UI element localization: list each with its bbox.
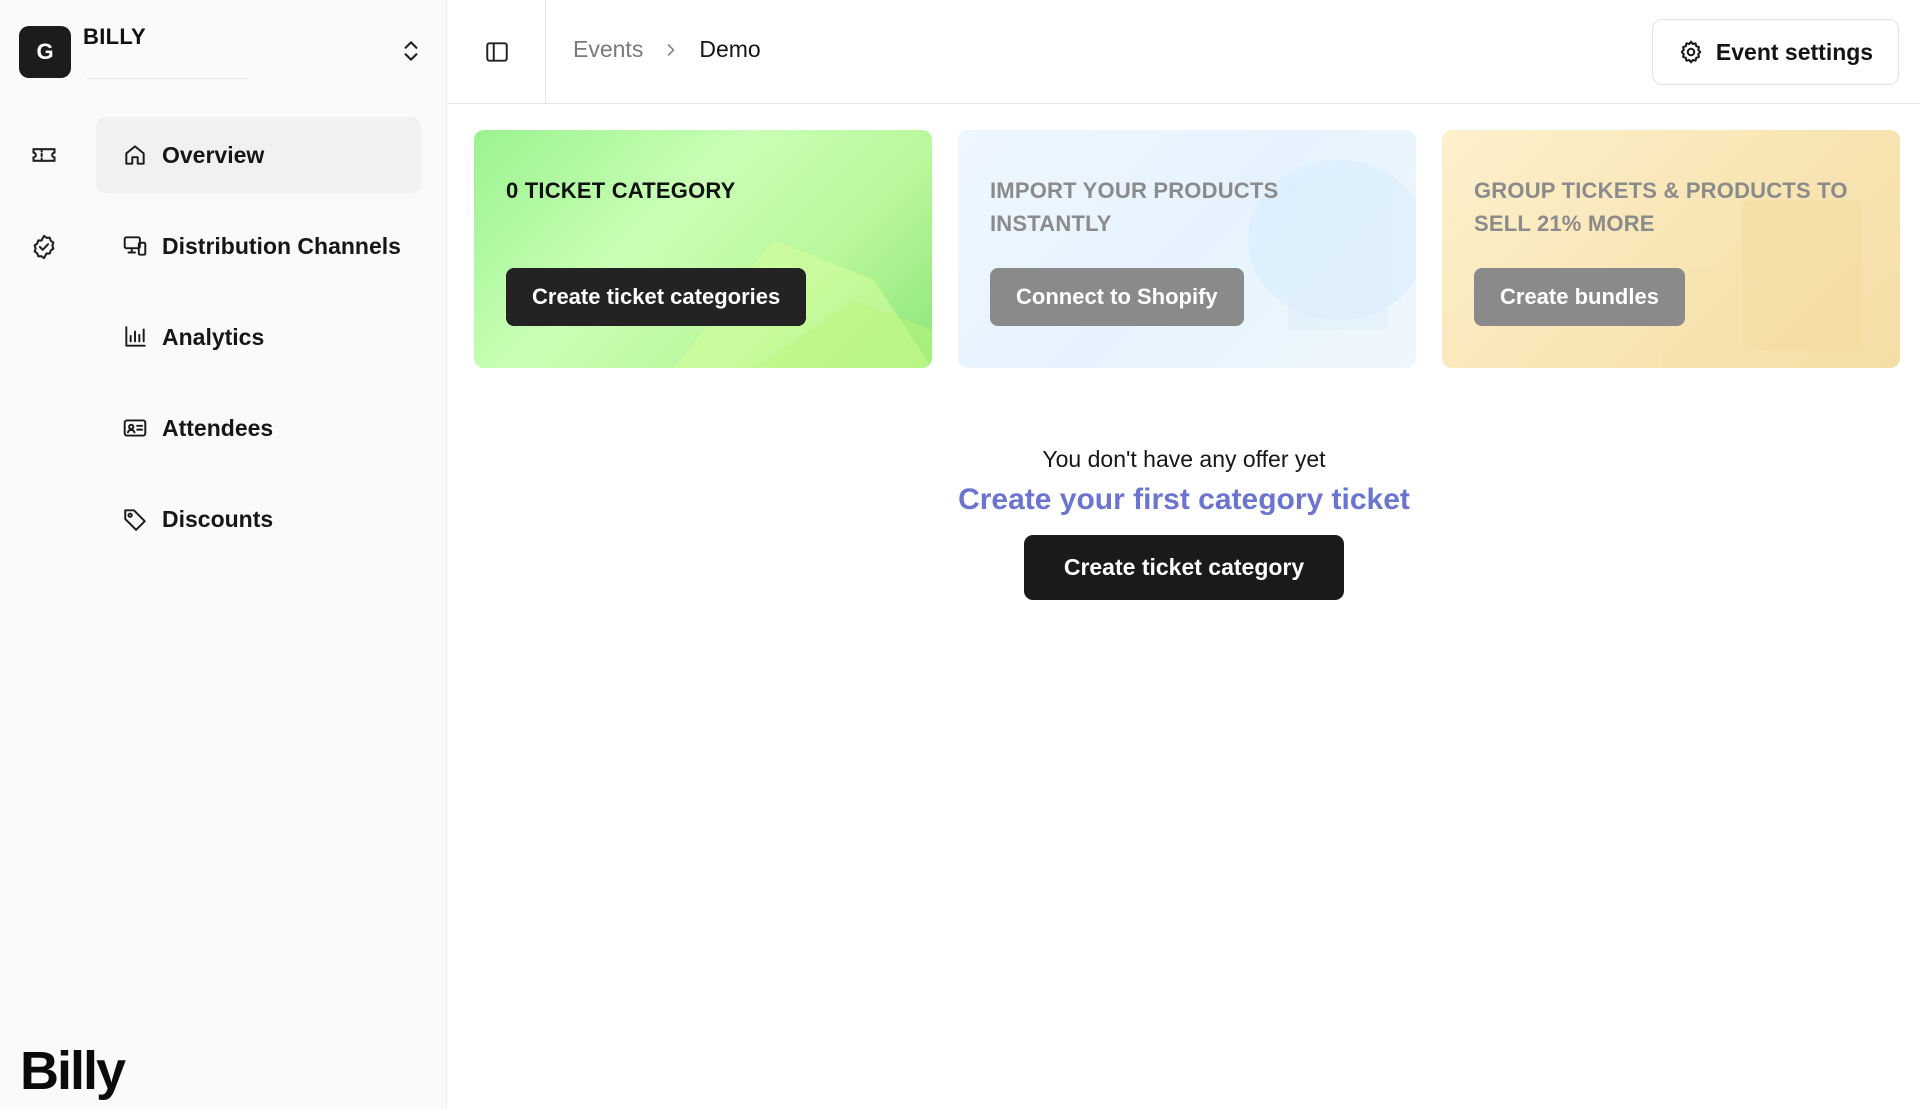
empty-state-message: You don't have any offer yet xyxy=(1042,446,1326,472)
sidebar-item-label: Attendees xyxy=(162,414,274,441)
card-decoration xyxy=(1248,160,1416,330)
breadcrumb: Events Demo xyxy=(573,36,761,63)
sidebar-item-label: Discounts xyxy=(162,505,274,532)
sidebar-item-attendees[interactable]: Attendees xyxy=(96,390,421,466)
chevron-right-icon xyxy=(667,43,675,56)
sidebar-item-distribution-channels[interactable]: Distribution Channels xyxy=(96,208,421,284)
home-icon xyxy=(125,145,145,165)
empty-state: You don't have any offer yet Create your… xyxy=(448,446,1920,600)
toggle-sidebar-button[interactable] xyxy=(448,0,546,104)
connect-to-shopify-button[interactable]: Connect to Shopify xyxy=(990,268,1244,326)
create-ticket-categories-button[interactable]: Create ticket categories xyxy=(506,268,807,326)
org-name: BILLY xyxy=(83,24,147,49)
org-subtitle-placeholder xyxy=(87,78,247,80)
promo-card-ticket-category: 0 TICKET CATEGORY Create ticket categori… xyxy=(474,130,932,368)
card-title: IMPORT YOUR PRODUCTS INSTANTLY xyxy=(990,178,1279,236)
card-decoration xyxy=(1662,200,1862,368)
breadcrumb-current: Demo xyxy=(699,36,761,62)
sidebar-item-discounts[interactable]: Discounts xyxy=(96,481,421,557)
ticket-icon[interactable] xyxy=(30,141,58,169)
bar-chart-icon xyxy=(125,326,146,347)
card-title: GROUP TICKETS & PRODUCTS TO SELL 21% MOR… xyxy=(1474,178,1848,236)
card-decoration xyxy=(674,240,932,368)
event-settings-label: Event settings xyxy=(1715,38,1874,65)
gear-icon xyxy=(1680,40,1702,64)
sidebar-item-label: Distribution Channels xyxy=(162,232,401,259)
empty-state-cta-text: Create your first category ticket xyxy=(958,483,1410,516)
create-ticket-category-button[interactable]: Create ticket category xyxy=(1024,535,1344,600)
sidebar-item-label: Overview xyxy=(162,141,265,168)
check-badge-icon[interactable] xyxy=(30,233,58,261)
breadcrumb-events-link[interactable]: Events xyxy=(573,36,643,63)
topbar: Events Demo Event settings xyxy=(448,0,1920,104)
sidebar-item-label: Analytics xyxy=(162,323,265,350)
sidebar-item-analytics[interactable]: Analytics xyxy=(96,299,421,375)
org-avatar: G xyxy=(19,26,71,78)
create-bundles-button[interactable]: Create bundles xyxy=(1474,268,1685,326)
sidebar: G BILLY Overview Distribution Channels A… xyxy=(0,0,447,1109)
sidebar-item-overview[interactable]: Overview xyxy=(96,117,421,193)
devices-icon xyxy=(123,236,147,256)
sidebar-panel-icon xyxy=(485,42,508,62)
brand-logo: Billy xyxy=(20,1041,126,1101)
event-settings-button[interactable]: Event settings xyxy=(1652,19,1899,85)
org-switcher[interactable]: G BILLY xyxy=(19,20,424,82)
tag-icon xyxy=(124,509,146,531)
card-title: 0 TICKET CATEGORY xyxy=(506,178,736,203)
promo-card-shopify: IMPORT YOUR PRODUCTS INSTANTLY Connect t… xyxy=(958,130,1416,368)
chevron-up-down-icon xyxy=(404,41,418,61)
id-card-icon xyxy=(123,419,147,437)
promo-card-bundles: GROUP TICKETS & PRODUCTS TO SELL 21% MOR… xyxy=(1442,130,1900,368)
